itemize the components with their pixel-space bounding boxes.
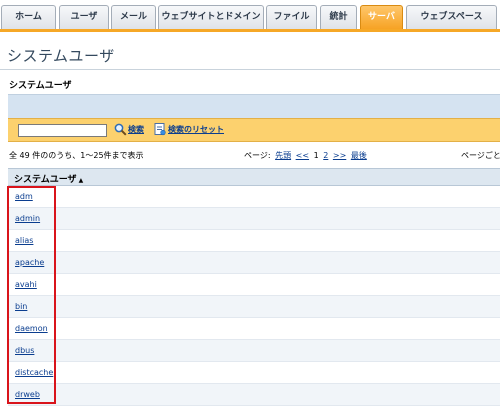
tab-server[interactable]: サーバ bbox=[360, 5, 403, 30]
magnifier-icon[interactable] bbox=[114, 123, 127, 136]
page-prev-link[interactable]: << bbox=[296, 151, 309, 160]
tab-users[interactable]: ユーザ bbox=[59, 5, 109, 29]
tab-webspace[interactable]: ウェブスペース bbox=[406, 5, 497, 29]
table-row: adm bbox=[8, 186, 500, 208]
title-divider bbox=[0, 69, 500, 70]
page-current: 1 bbox=[313, 151, 319, 160]
table-row: apache bbox=[8, 252, 500, 274]
column-header-label: システムユーザ bbox=[14, 175, 77, 185]
tab-websites-domains[interactable]: ウェブサイトとドメイン bbox=[158, 5, 264, 29]
pagination-label: ページ: bbox=[244, 151, 271, 160]
main-tab-bar: ホーム ユーザ メール ウェブサイトとドメイン ファイル 統計 サーバ ウェブス… bbox=[0, 0, 500, 32]
page-title: システムユーザ bbox=[7, 47, 115, 65]
table-row: dbus bbox=[8, 340, 500, 362]
table-row: distcache bbox=[8, 362, 500, 384]
items-per-page-label: ページごと bbox=[461, 151, 500, 160]
sort-ascending-icon: ▲ bbox=[78, 177, 84, 184]
page-2-link[interactable]: 2 bbox=[323, 151, 328, 160]
section-heading: システムユーザ bbox=[9, 81, 72, 91]
results-summary: 全 49 件ののうち、1〜25件まで表示 bbox=[9, 151, 144, 160]
highlight-annotation-box bbox=[7, 186, 56, 404]
tab-files[interactable]: ファイル bbox=[266, 5, 317, 29]
page-last-link[interactable]: 最後 bbox=[351, 151, 367, 160]
tab-mail[interactable]: メール bbox=[111, 5, 156, 29]
reset-search-icon[interactable] bbox=[154, 122, 166, 136]
table-row: daemon bbox=[8, 318, 500, 340]
reset-search-button[interactable]: 検索のリセット bbox=[168, 124, 224, 135]
tab-statistics[interactable]: 統計 bbox=[320, 5, 357, 29]
table-row: alias bbox=[8, 230, 500, 252]
page-first-link[interactable]: 先頭 bbox=[275, 151, 291, 160]
tab-home[interactable]: ホーム bbox=[1, 5, 56, 29]
table-row: bin bbox=[8, 296, 500, 318]
table-row: drweb bbox=[8, 384, 500, 406]
search-bar: 検索 検索のリセット bbox=[8, 118, 500, 142]
toolbar-band bbox=[8, 94, 500, 119]
table-row: admin bbox=[8, 208, 500, 230]
pagination: ページ: 先頭 << 1 2 >> 最後 bbox=[244, 150, 367, 161]
table-row: avahi bbox=[8, 274, 500, 296]
page-next-link[interactable]: >> bbox=[333, 151, 346, 160]
system-user-list: adm admin alias apache avahi bin daemon dbus dis… bbox=[8, 186, 500, 406]
tab-bar-underline bbox=[0, 29, 500, 32]
search-input[interactable] bbox=[18, 124, 107, 137]
search-button[interactable]: 検索 bbox=[128, 124, 144, 135]
column-header[interactable]: システムユーザ ▲ bbox=[8, 168, 500, 186]
column-header-system-user[interactable]: システムユーザ ▲ bbox=[14, 172, 83, 185]
